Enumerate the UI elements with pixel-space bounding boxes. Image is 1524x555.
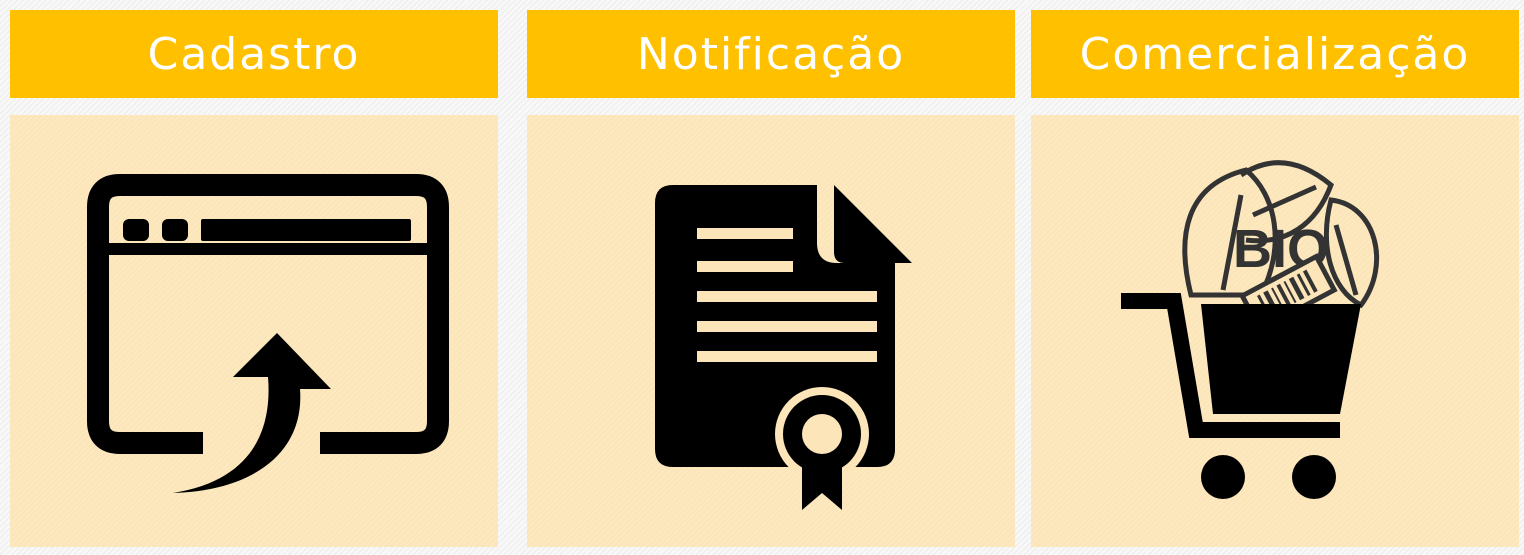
browser-upload-icon [87, 174, 449, 493]
certificate-document-icon [655, 185, 912, 510]
header-notificacao-label: Notificação [636, 28, 906, 80]
header-comercializacao-label: Comercialização [1079, 28, 1471, 80]
panel-comercializacao[interactable]: BIO [1031, 115, 1519, 547]
header-comercializacao[interactable]: Comercialização [1031, 10, 1519, 98]
header-cadastro-label: Cadastro [147, 28, 361, 80]
bio-shopping-cart-icon: BIO [1121, 160, 1379, 499]
header-cadastro[interactable]: Cadastro [10, 10, 498, 98]
header-notificacao[interactable]: Notificação [527, 10, 1015, 98]
panel-notificacao[interactable] [527, 115, 1015, 547]
panel-cadastro[interactable] [10, 115, 498, 547]
